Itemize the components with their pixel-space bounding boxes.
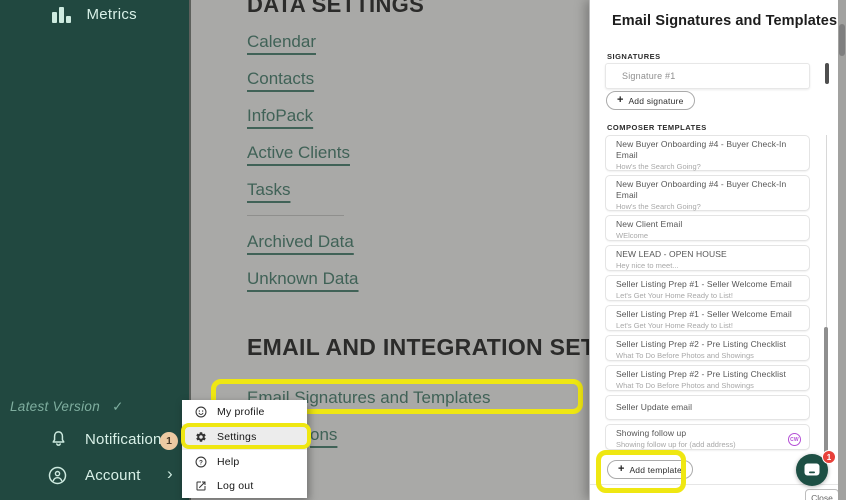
link-tasks[interactable]: Tasks bbox=[247, 180, 290, 200]
template-title: Seller Update email bbox=[616, 402, 692, 413]
template-title: Seller Listing Prep #2 - Pre Listing Che… bbox=[616, 339, 799, 350]
template-subtitle: How's the Search Going? bbox=[616, 162, 799, 171]
menu-item-log-out[interactable]: Log out bbox=[182, 474, 307, 498]
plus-icon: + bbox=[618, 464, 624, 475]
template-subtitle: How's the Search Going? bbox=[616, 202, 799, 211]
template-card[interactable]: New Client Email WElcome bbox=[605, 215, 810, 241]
menu-item-my-profile[interactable]: My profile bbox=[182, 400, 307, 424]
template-subtitle: Let's Get Your Home Ready to List! bbox=[616, 321, 799, 330]
link-unknown-data[interactable]: Unknown Data bbox=[247, 269, 359, 289]
menu-item-settings[interactable]: Settings bbox=[182, 424, 307, 450]
sidebar-item-metrics[interactable]: Metrics bbox=[52, 6, 137, 23]
link-infopack[interactable]: InfoPack bbox=[247, 106, 313, 126]
template-title: New Client Email bbox=[616, 219, 799, 230]
template-subtitle: What To Do Before Photos and Showings bbox=[616, 351, 799, 360]
signatures-scrollbar-thumb[interactable] bbox=[825, 63, 829, 84]
email-signatures-panel: Email Signatures and Templates SIGNATURE… bbox=[589, 0, 846, 500]
menu-item-help[interactable]: ? Help bbox=[182, 450, 307, 474]
composer-templates-section-label: COMPOSER TEMPLATES bbox=[607, 123, 707, 132]
plus-icon: + bbox=[617, 95, 623, 106]
account-icon bbox=[48, 466, 67, 485]
latest-version-text: Latest Version ✓ bbox=[10, 399, 124, 415]
template-subtitle: WElcome bbox=[616, 231, 799, 240]
sidebar: Metrics Latest Version ✓ Notifications A… bbox=[0, 0, 191, 500]
template-title: Showing follow up bbox=[616, 428, 799, 439]
help-icon: ? bbox=[195, 456, 207, 468]
check-icon: ✓ bbox=[112, 399, 124, 414]
notifications-badge: 1 bbox=[160, 432, 178, 450]
templates-scrollbar-thumb[interactable] bbox=[824, 327, 828, 458]
template-title: Seller Listing Prep #1 - Seller Welcome … bbox=[616, 309, 799, 320]
template-card[interactable]: Seller Listing Prep #1 - Seller Welcome … bbox=[605, 305, 810, 331]
template-subtitle: Showing follow up for (add address) bbox=[616, 440, 799, 449]
section-divider bbox=[247, 215, 344, 216]
template-card[interactable]: Seller Listing Prep #2 - Pre Listing Che… bbox=[605, 335, 810, 361]
add-template-button[interactable]: + Add template bbox=[607, 460, 693, 479]
chevron-right-icon: › bbox=[167, 464, 173, 484]
close-button[interactable]: Close bbox=[805, 489, 839, 500]
bell-icon bbox=[50, 430, 67, 448]
link-archived-data[interactable]: Archived Data bbox=[247, 232, 354, 252]
template-title: NEW LEAD - OPEN HOUSE bbox=[616, 249, 799, 260]
template-card[interactable]: Seller Listing Prep #2 - Pre Listing Che… bbox=[605, 365, 810, 391]
signatures-section-label: SIGNATURES bbox=[607, 52, 661, 61]
template-list: New Buyer Onboarding #4 - Buyer Check-In… bbox=[605, 135, 810, 455]
svg-text:?: ? bbox=[199, 459, 203, 466]
account-dropdown-menu: My profile Settings ? Help Log out bbox=[182, 400, 307, 498]
template-subtitle: What To Do Before Photos and Showings bbox=[616, 381, 799, 390]
panel-title: Email Signatures and Templates bbox=[612, 13, 837, 29]
chat-notification-badge: 1 bbox=[822, 450, 836, 464]
chat-icon bbox=[803, 462, 821, 478]
page-scrollbar-thumb[interactable] bbox=[839, 24, 845, 56]
template-card[interactable]: Seller Update email bbox=[605, 395, 810, 420]
menu-label: My profile bbox=[217, 406, 265, 418]
gear-icon bbox=[195, 431, 207, 443]
template-card[interactable]: New Buyer Onboarding #4 - Buyer Check-In… bbox=[605, 135, 810, 171]
template-subtitle: Let's Get Your Home Ready to List! bbox=[616, 291, 799, 300]
page-scrollbar[interactable] bbox=[838, 0, 846, 500]
template-title: New Buyer Onboarding #4 - Buyer Check-In… bbox=[616, 179, 799, 201]
template-title: Seller Listing Prep #1 - Seller Welcome … bbox=[616, 279, 799, 290]
partial-link[interactable]: ons bbox=[310, 425, 337, 445]
notifications-label: Notifications bbox=[85, 431, 169, 448]
add-signature-button[interactable]: + Add signature bbox=[606, 91, 695, 110]
link-calendar[interactable]: Calendar bbox=[247, 32, 316, 52]
template-card[interactable]: Showing follow up Showing follow up for … bbox=[605, 424, 810, 450]
metrics-label: Metrics bbox=[87, 6, 137, 23]
link-active-clients[interactable]: Active Clients bbox=[247, 143, 350, 163]
template-title: Seller Listing Prep #2 - Pre Listing Che… bbox=[616, 369, 799, 380]
template-title: New Buyer Onboarding #4 - Buyer Check-In… bbox=[616, 139, 799, 161]
data-settings-heading: DATA SETTINGS bbox=[247, 0, 424, 18]
owner-badge: CW bbox=[788, 433, 801, 446]
signature-list-item[interactable]: Signature #1 bbox=[605, 63, 810, 89]
template-subtitle: Hey nice to meet... bbox=[616, 261, 799, 270]
signature-name: Signature #1 bbox=[622, 71, 675, 81]
menu-label: Settings bbox=[217, 431, 257, 443]
logout-icon bbox=[195, 480, 207, 492]
template-card[interactable]: NEW LEAD - OPEN HOUSE Hey nice to meet..… bbox=[605, 245, 810, 271]
menu-label: Log out bbox=[217, 480, 253, 492]
bar-chart-icon bbox=[52, 6, 71, 23]
sidebar-item-account[interactable]: Account bbox=[48, 466, 141, 485]
account-label: Account bbox=[85, 467, 141, 484]
menu-label: Help bbox=[217, 456, 239, 468]
sidebar-item-notifications[interactable]: Notifications bbox=[50, 430, 169, 448]
template-card[interactable]: Seller Listing Prep #1 - Seller Welcome … bbox=[605, 275, 810, 301]
profile-icon bbox=[195, 406, 207, 418]
template-card[interactable]: New Buyer Onboarding #4 - Buyer Check-In… bbox=[605, 175, 810, 211]
link-contacts[interactable]: Contacts bbox=[247, 69, 314, 89]
